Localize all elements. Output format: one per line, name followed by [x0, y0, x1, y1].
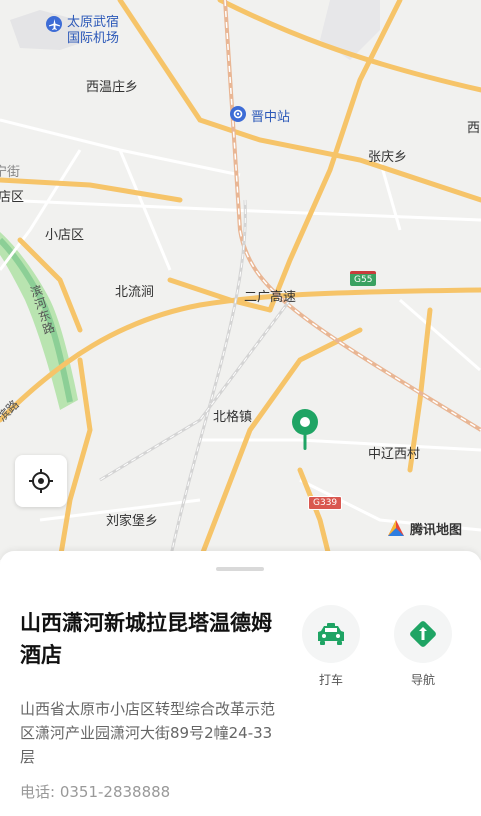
label-erguang-expressway: 二广高速	[244, 290, 297, 305]
g339-road-shield: G339	[308, 496, 343, 510]
airport-icon	[46, 16, 62, 32]
taxi-button[interactable]: 打车	[302, 605, 360, 688]
navigation-label: 导航	[410, 673, 435, 687]
tencent-map-logo-icon	[388, 520, 404, 536]
label-xi-edge: 西	[467, 121, 481, 136]
label-jinzhong-station: 晋中站	[251, 110, 291, 125]
label-zhangqing: 张庆乡	[368, 150, 408, 165]
locate-button[interactable]	[15, 455, 67, 507]
train-station-icon	[230, 106, 246, 122]
sheet-drag-handle[interactable]	[216, 567, 264, 571]
tencent-map-brand: 腾讯地图	[386, 518, 462, 538]
label-beiliujian: 北流涧	[115, 285, 155, 300]
taxi-label: 打车	[318, 673, 343, 687]
label-jie-edge: 宁街	[0, 165, 21, 180]
place-address: 山西省太原市小店区转型综合改革示范区潇河产业园潇河大街89号2幢24-33层	[20, 700, 276, 766]
label-beige: 北格镇	[213, 410, 253, 425]
brand-label: 腾讯地图	[410, 522, 463, 538]
label-xiaodian: 小店区	[45, 228, 85, 243]
taxi-icon	[318, 623, 344, 645]
g55-road-shield: G55	[350, 271, 377, 286]
label-liujiabao: 刘家堡乡	[106, 514, 159, 529]
locate-icon	[29, 469, 53, 493]
map-view[interactable]: 太原武宿 国际机场 西温庄乡 晋中站 西 张庆乡 宁街 店区 小店区 北流涧 滨…	[0, 0, 481, 560]
navigation-button[interactable]: 导航	[394, 605, 452, 688]
place-name: 山西潇河新城拉昆塔温德姆酒店	[20, 611, 272, 667]
place-detail-sheet: 山西潇河新城拉昆塔温德姆酒店 打车 导航 山西省太原市小店区转型综合改革示范区潇…	[0, 551, 481, 816]
location-pin-icon[interactable]	[290, 408, 320, 456]
label-dianqu-edge: 店区	[0, 190, 25, 205]
label-xiwenzhuang: 西温庄乡	[86, 80, 139, 95]
map-base-layer	[0, 0, 481, 560]
place-phone[interactable]: 电话: 0351-2838888	[20, 781, 170, 802]
navigation-icon	[410, 621, 436, 647]
label-zhongliaoxi: 中辽西村	[368, 447, 421, 462]
airport-label-line2: 国际机场	[67, 31, 120, 46]
